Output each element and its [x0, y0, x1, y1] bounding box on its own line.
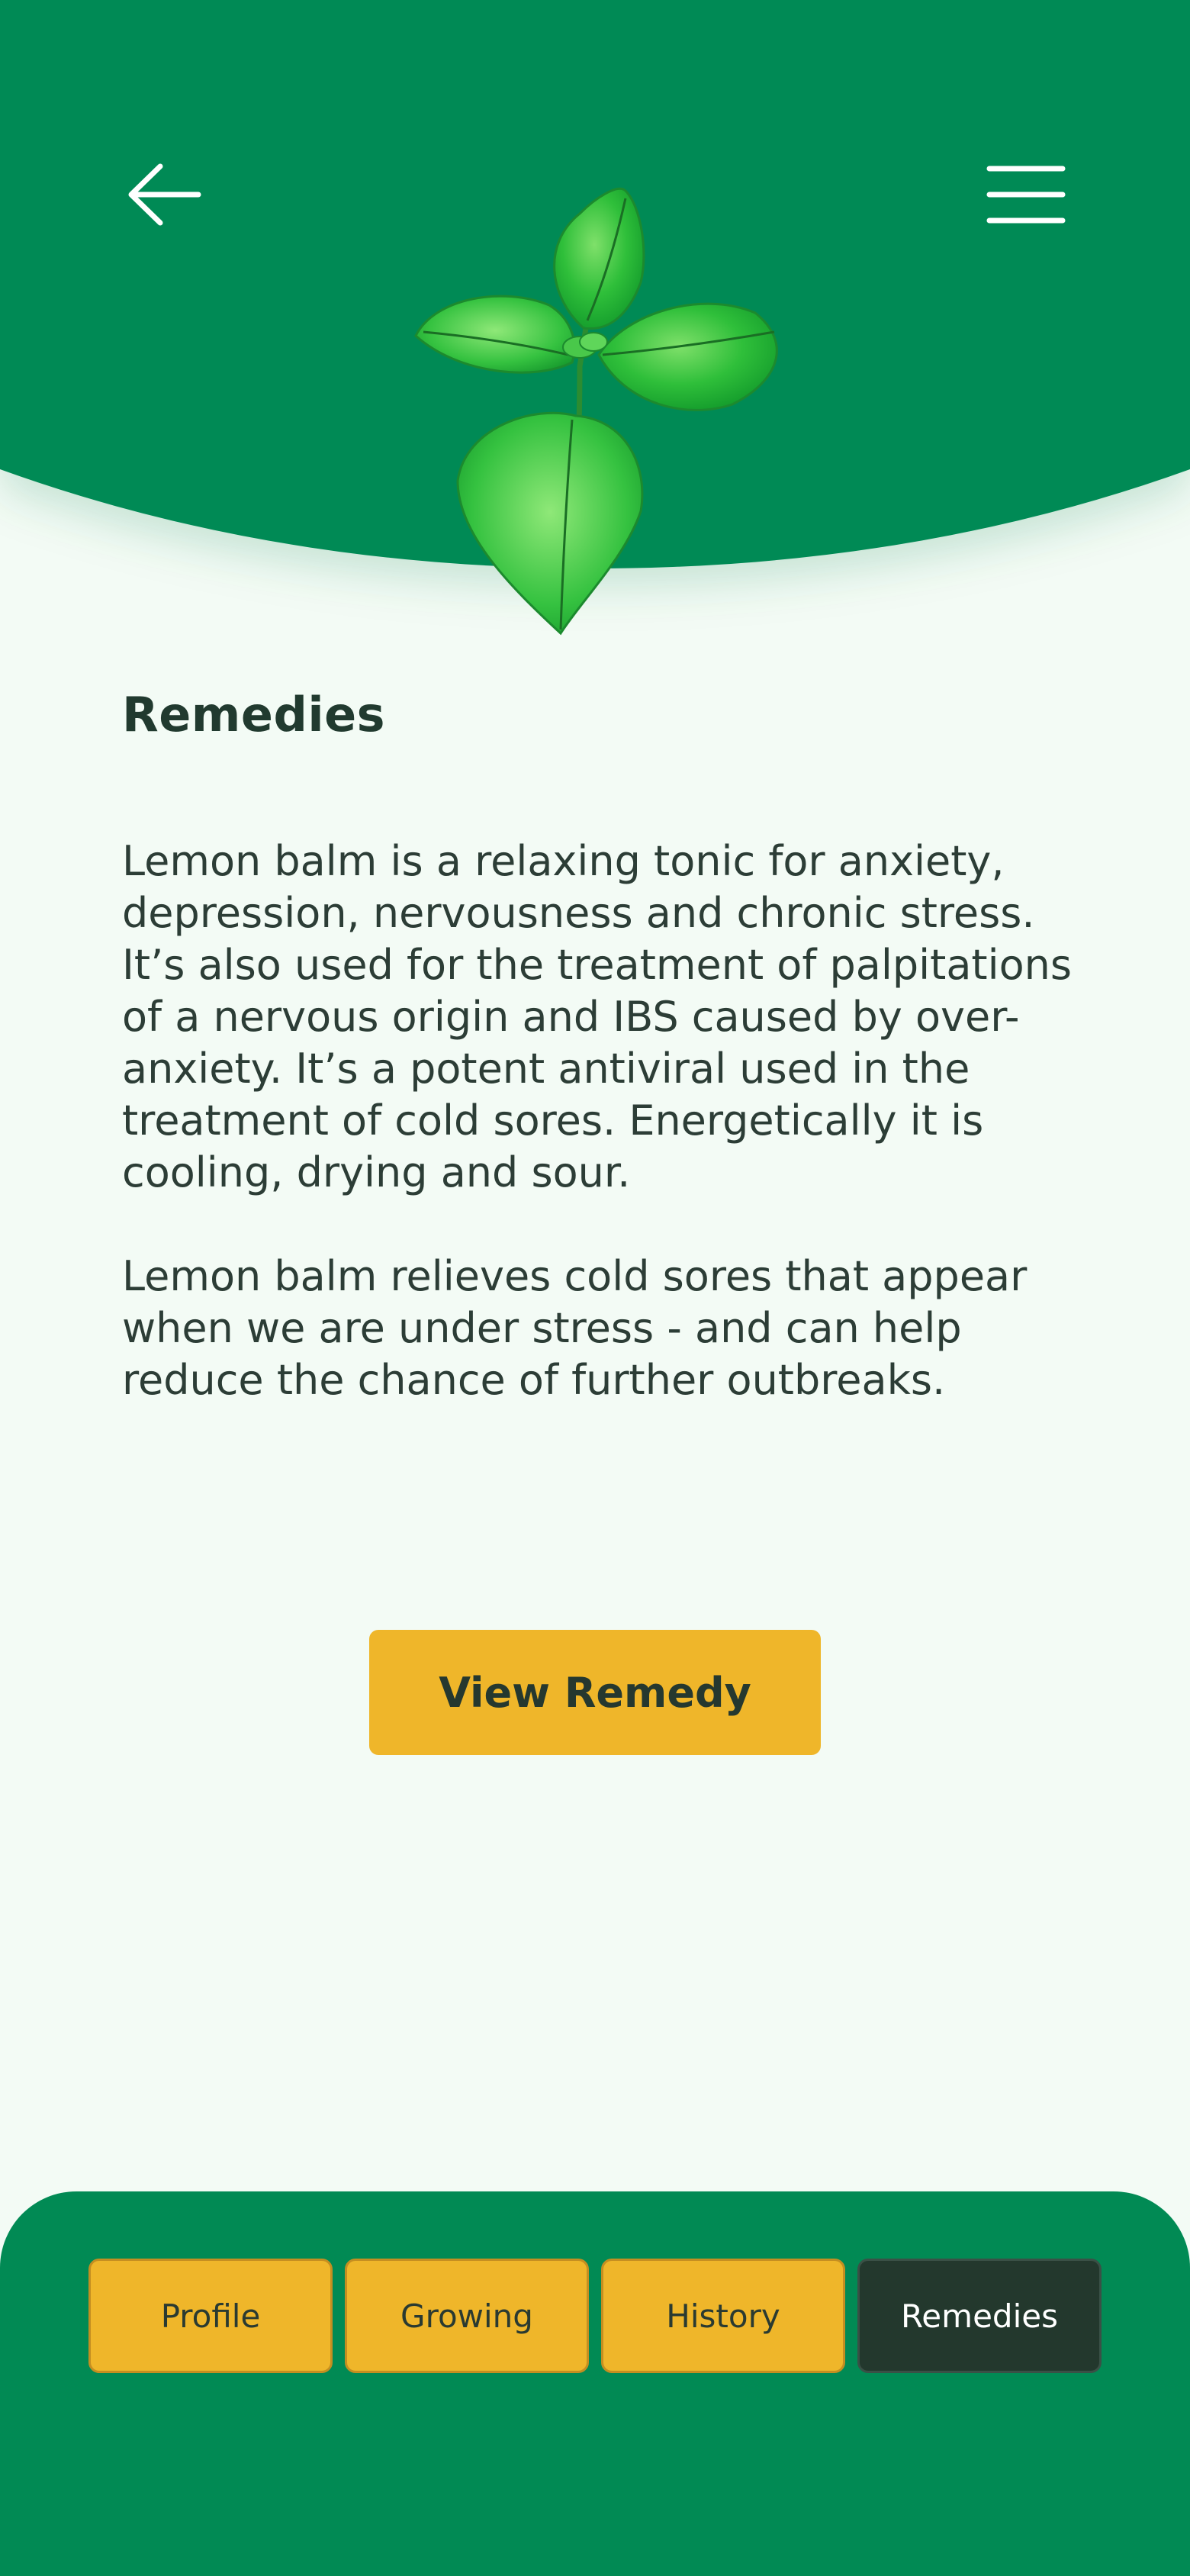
remedy-description: Lemon balm is a relaxing tonic for anxie…: [122, 836, 1083, 1458]
tab-history[interactable]: History: [601, 2259, 845, 2373]
page-title: Remedies: [122, 687, 386, 742]
bottom-navigation: Profile Growing History Remedies: [0, 2191, 1190, 2576]
back-button[interactable]: [122, 153, 206, 237]
view-remedy-button[interactable]: View Remedy: [369, 1630, 821, 1755]
lemon-balm-plant-illustration: [414, 187, 778, 636]
tab-profile[interactable]: Profile: [88, 2259, 333, 2373]
menu-button[interactable]: [984, 153, 1068, 237]
tab-growing[interactable]: Growing: [345, 2259, 589, 2373]
paragraph: Lemon balm relieves cold sores that appe…: [122, 1252, 1028, 1404]
paragraph: Lemon balm is a relaxing tonic for anxie…: [122, 837, 1072, 1196]
hamburger-menu-icon: [986, 166, 1066, 224]
tab-remedies[interactable]: Remedies: [857, 2259, 1102, 2373]
arrow-left-icon: [128, 163, 201, 226]
header: [0, 0, 1190, 656]
tab-bar: Profile Growing History Remedies: [88, 2259, 1102, 2373]
